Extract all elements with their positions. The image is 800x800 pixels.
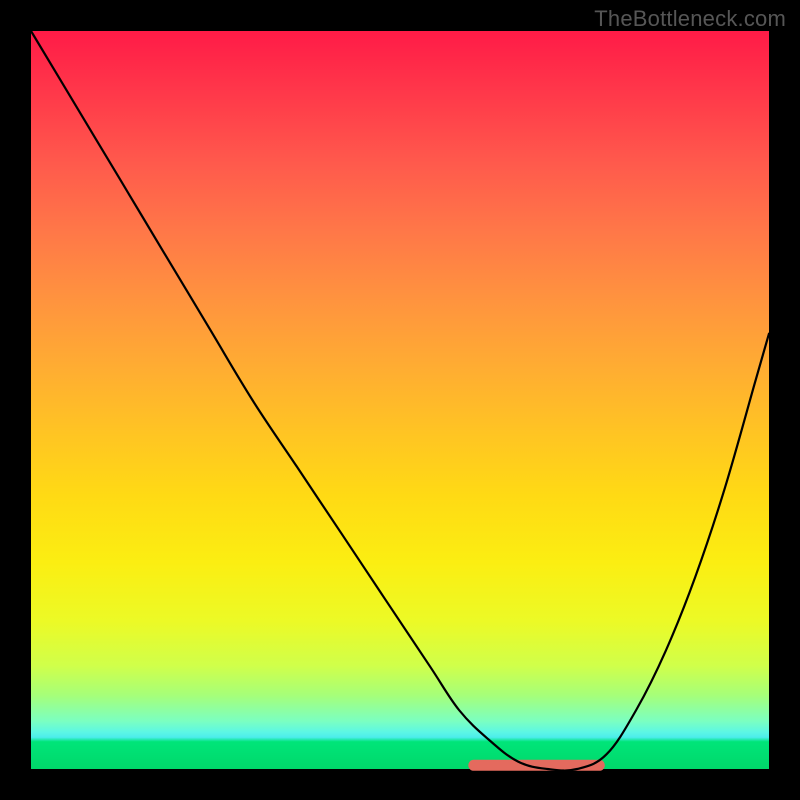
curve-svg — [31, 31, 769, 769]
watermark-text: TheBottleneck.com — [594, 6, 786, 32]
chart-frame: TheBottleneck.com — [0, 0, 800, 800]
bottleneck-curve — [31, 31, 769, 771]
plot-area — [31, 31, 769, 769]
